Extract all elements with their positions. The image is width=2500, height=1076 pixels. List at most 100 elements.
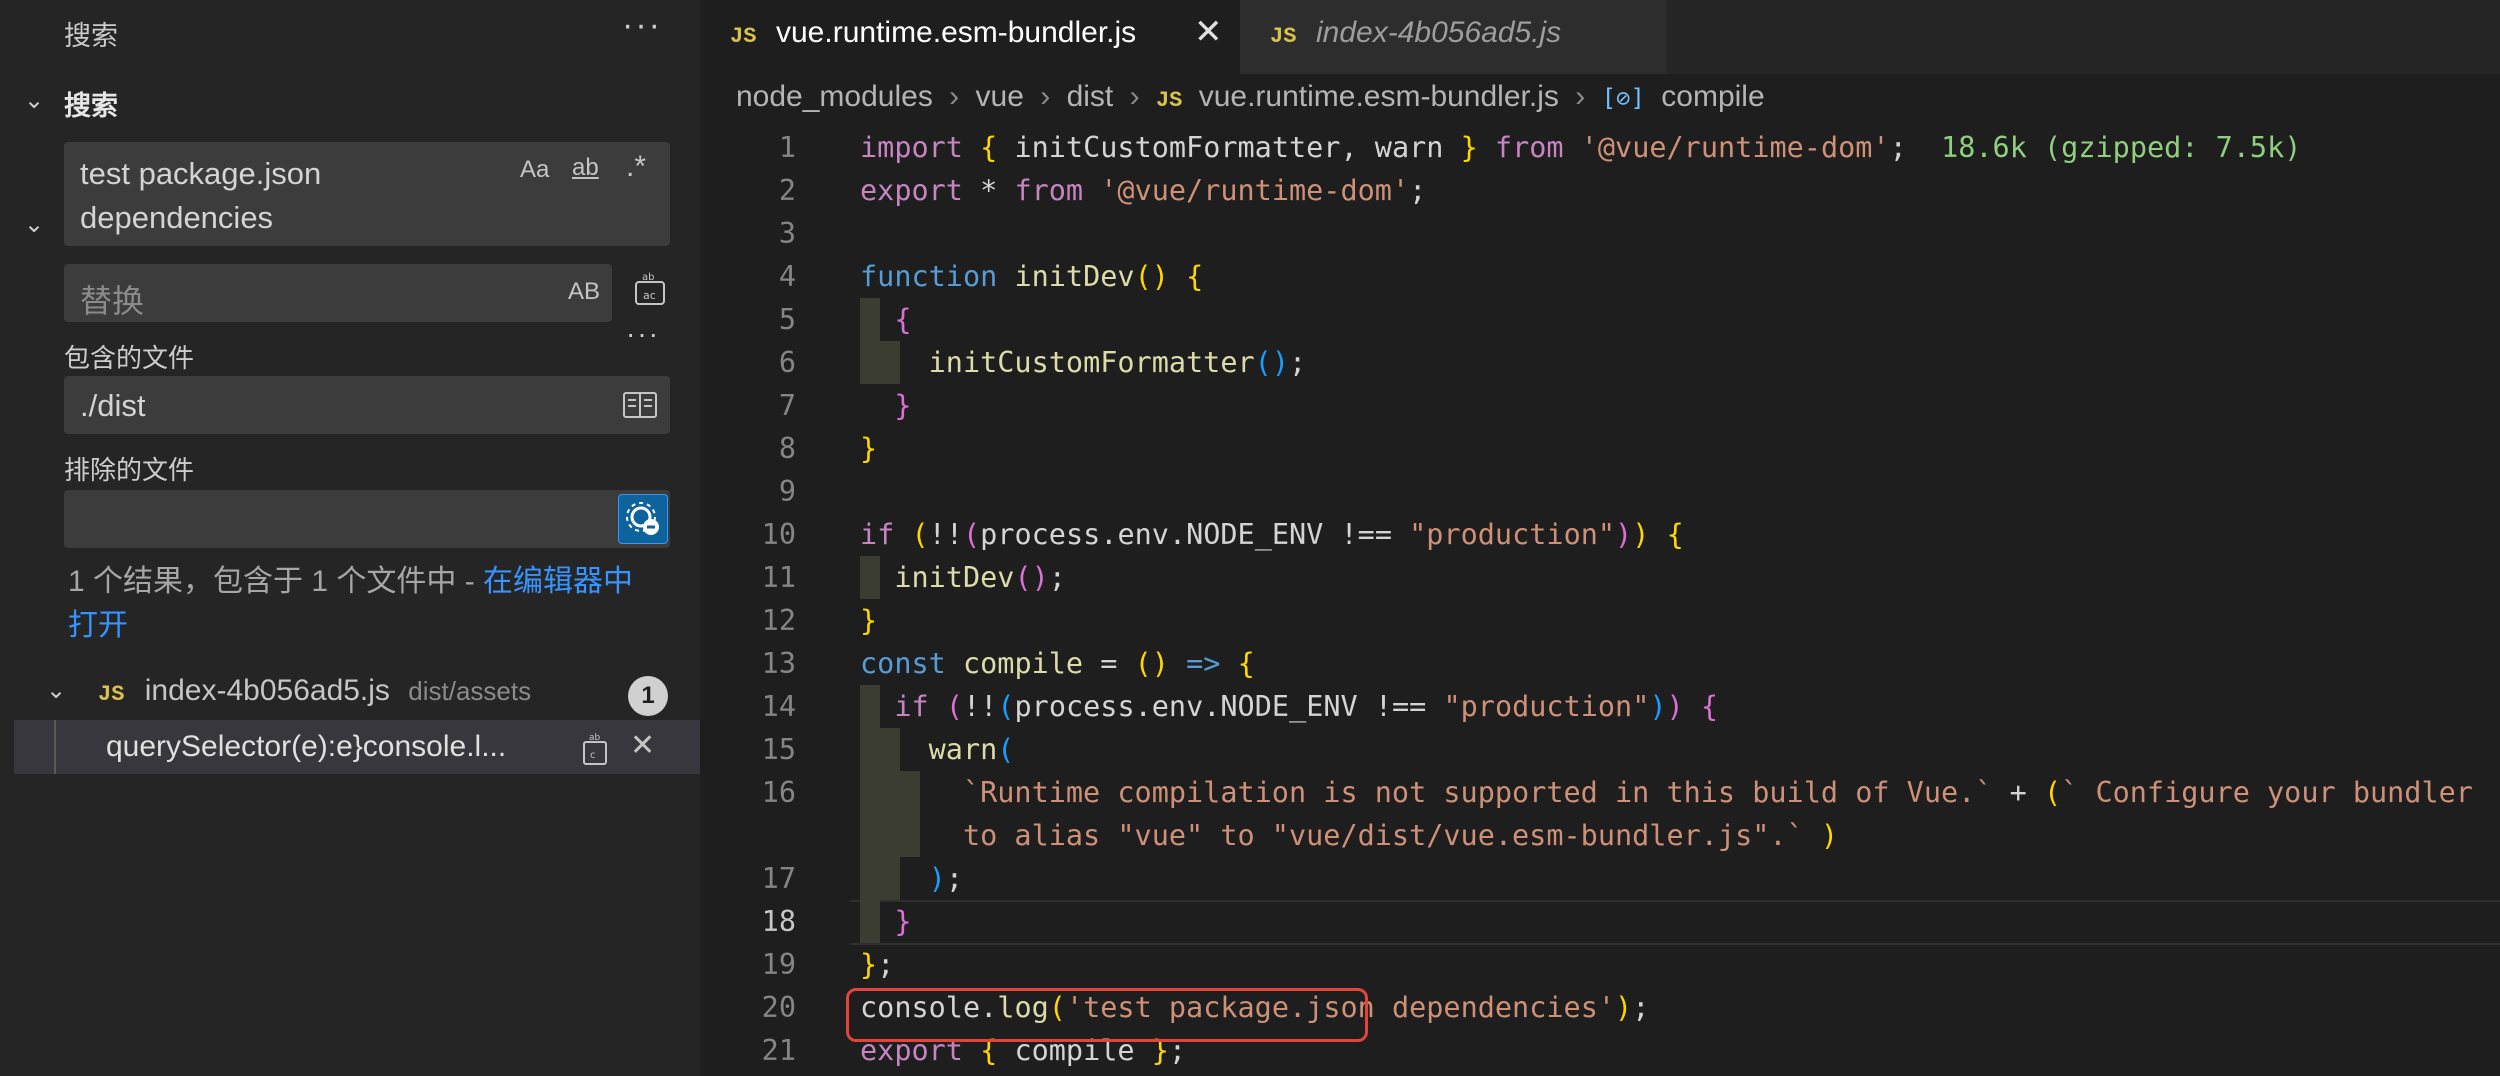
line-number: 15 (761, 733, 796, 766)
line-number: 5 (778, 303, 796, 336)
use-exclude-settings-button[interactable] (618, 494, 668, 544)
line-number: 2 (778, 174, 796, 207)
exclude-files-label: 排除的文件 (64, 455, 195, 485)
search-match-text: querySelector(e):e}console.l... (106, 730, 507, 763)
breadcrumb-node-modules[interactable]: node_modules (736, 80, 933, 113)
close-icon[interactable]: ✕ (1194, 12, 1223, 52)
more-actions-icon[interactable]: ··· (622, 6, 662, 45)
js-file-icon: JS (730, 24, 757, 49)
toggle-details-icon[interactable]: ··· (626, 318, 660, 350)
svg-text:c: c (590, 750, 596, 761)
code-line: warn( (928, 733, 1015, 766)
code-line: to alias "vue" to "vue/dist/vue.esm-bund… (962, 819, 1839, 852)
js-file-icon: JS (1270, 24, 1297, 49)
replace-all-icon[interactable]: ab ac (632, 272, 668, 308)
chevron-down-icon[interactable]: ⌄ (24, 86, 44, 115)
breadcrumb-symbol[interactable]: compile (1661, 80, 1764, 113)
line-number: 7 (778, 389, 796, 422)
code-line: export * from '@vue/runtime-dom'; (860, 174, 1427, 207)
line-number: 17 (761, 862, 796, 895)
code-editor: JS vue.runtime.esm-bundler.js ✕ JS index… (700, 0, 2500, 1076)
line-number: 13 (761, 647, 796, 680)
search-results-summary: 1 个结果，包含于 1 个文件中 - 在编辑器中打开 (68, 560, 658, 648)
search-match-row[interactable]: querySelector(e):e}console.l... ab c ✕ (14, 720, 700, 774)
toggle-replace-chevron-icon[interactable]: ⌄ (24, 210, 44, 239)
breadcrumb: node_modules › vue › dist › JS vue.runti… (736, 80, 1773, 120)
include-files-input[interactable]: ./dist (64, 376, 670, 434)
exclude-files-input[interactable] (64, 490, 670, 548)
line-number: 18 (761, 905, 796, 938)
line-number: 9 (778, 475, 796, 508)
line-number: 21 (761, 1034, 796, 1067)
current-line-highlight (850, 900, 2500, 945)
search-input[interactable]: test package.json dependencies Aa ab .* (64, 142, 670, 246)
line-number: 11 (761, 561, 796, 594)
match-case-icon[interactable]: Aa (520, 156, 549, 184)
svg-text:ab: ab (589, 733, 601, 743)
preserve-case-icon[interactable]: AB (568, 278, 600, 306)
replace-match-icon[interactable]: ab c (580, 732, 610, 766)
chevron-right-icon: › (949, 80, 960, 113)
tree-indent-guide (54, 720, 56, 774)
line-number: 1 (778, 131, 796, 164)
use-regex-icon[interactable]: .* (626, 150, 646, 184)
breadcrumb-dist[interactable]: dist (1067, 80, 1114, 113)
tab-vue-runtime[interactable]: JS vue.runtime.esm-bundler.js ✕ (700, 0, 1240, 74)
line-number: 20 (761, 991, 796, 1024)
code-line: ); (928, 862, 963, 895)
open-editors-only-icon[interactable] (622, 390, 658, 420)
editor-tab-bar: JS vue.runtime.esm-bundler.js ✕ JS index… (700, 0, 2500, 74)
code-line: { (894, 303, 912, 336)
include-files-label: 包含的文件 (64, 343, 195, 373)
code-line: }; (860, 948, 895, 981)
code-line: } (894, 905, 912, 938)
replace-placeholder: 替换 (80, 283, 145, 319)
breadcrumb-vue[interactable]: vue (976, 80, 1024, 113)
dismiss-match-icon[interactable]: ✕ (630, 728, 655, 763)
code-line: } (860, 604, 878, 637)
results-count-text: 1 个结果，包含于 1 个文件中 - (68, 565, 484, 598)
result-file-chevron-icon[interactable]: ⌄ (46, 676, 66, 705)
js-file-icon: JS (98, 682, 125, 707)
search-sidebar: 搜索 ··· ⌄ 搜索 ⌄ test package.json dependen… (0, 0, 700, 1076)
svg-text:ab: ab (642, 272, 654, 283)
code-line: } (860, 432, 878, 465)
code-line: } (894, 389, 912, 422)
code-line: function initDev() { (860, 260, 1204, 293)
result-file-path: dist/assets (408, 676, 532, 706)
code-line: initDev(); (894, 561, 1066, 594)
line-number: 3 (778, 217, 796, 250)
tab-label: vue.runtime.esm-bundler.js (776, 16, 1137, 49)
symbol-variable-icon: [⊘] (1601, 84, 1645, 112)
match-whole-word-icon[interactable]: ab (572, 154, 599, 182)
code-line: if (!!(process.env.NODE_ENV !== "product… (860, 518, 1684, 551)
include-files-value: ./dist (80, 388, 146, 423)
replace-input[interactable]: 替换 AB (64, 264, 612, 322)
result-file-row[interactable]: JS index-4b056ad5.js dist/assets (98, 674, 531, 708)
tab-index-4b056ad5[interactable]: JS index-4b056ad5.js (1240, 0, 1666, 74)
line-number: 16 (761, 776, 796, 809)
chevron-right-icon: › (1575, 80, 1586, 113)
search-query[interactable]: test package.json dependencies (80, 152, 480, 240)
line-number (700, 814, 796, 857)
search-section-header[interactable]: 搜索 (64, 84, 118, 123)
tab-label: index-4b056ad5.js (1316, 16, 1562, 49)
svg-text:ac: ac (643, 289, 656, 302)
line-number: 19 (761, 948, 796, 981)
line-number: 12 (761, 604, 796, 637)
breadcrumb-file[interactable]: vue.runtime.esm-bundler.js (1199, 80, 1559, 113)
search-query-line-1: test package.json (80, 156, 322, 191)
line-number: 6 (778, 346, 796, 379)
result-count-badge: 1 (628, 676, 668, 716)
annotation-highlight-box (846, 988, 1368, 1042)
sidebar-title: 搜索 (64, 21, 118, 51)
gear-exclude-icon (626, 502, 659, 535)
line-number: 8 (778, 432, 796, 465)
chevron-right-icon: › (1040, 80, 1051, 113)
line-number: 14 (761, 690, 796, 723)
result-file-name: index-4b056ad5.js (144, 674, 390, 707)
code-line: if (!!(process.env.NODE_ENV !== "product… (894, 690, 1719, 723)
code-line: import { initCustomFormatter, warn } fro… (860, 131, 2302, 164)
import-cost-hint: 18.6k (gzipped: 7.5k) (1941, 131, 2302, 164)
search-query-line-2: dependencies (80, 200, 274, 235)
